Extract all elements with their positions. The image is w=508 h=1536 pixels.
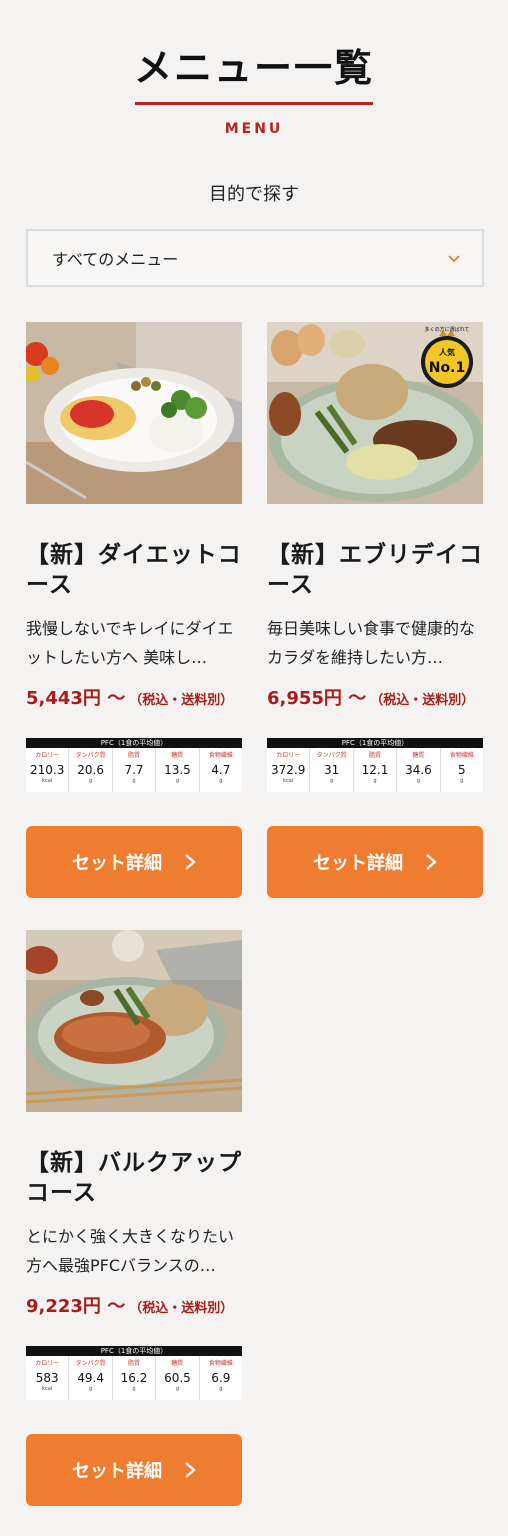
pfc-protein: タンパク質 31 g [310, 748, 354, 792]
card-title[interactable]: 【新】ダイエットコース [26, 540, 242, 600]
price-note: （税込・送料別） [370, 693, 475, 708]
card-description: 我慢しないでキレイにダイエットしたい方へ 美味し… [26, 619, 234, 667]
pfc-table: PFC（1食の平均値） カロリー 372.9 kcal タンパク質 31 g 脂質 12.… [267, 738, 483, 792]
price-note: （税込・送料別） [129, 1301, 234, 1316]
pfc-protein: タンパク質 20.6 g [69, 748, 113, 792]
card-title[interactable]: 【新】バルクアップコース [26, 1148, 242, 1208]
pfc-fat: 脂質 12.1 g [354, 748, 398, 792]
pfc-table: PFC（1食の平均値） カロリー 583 kcal タンパク質 49.4 g 脂質 16.… [26, 1346, 242, 1400]
menu-card-everyday: 人気 No.1 多くの方に選ばれて 【新】エブリデイコース 毎日美味しい食事で健… [267, 322, 483, 898]
card-title[interactable]: 【新】エブリデイコース [267, 540, 483, 600]
pfc-calorie: カロリー 372.9 kcal [267, 748, 311, 792]
pfc-fat: 脂質 7.7 g [113, 748, 157, 792]
card-description: 毎日美味しい食事で健康的なカラダを維持したい方… [267, 619, 476, 667]
menu-card-diet: 【新】ダイエットコース 我慢しないでキレイにダイエットしたい方へ 美味し… 5,… [26, 322, 242, 898]
card-price: 6,955円 〜（税込・送料別） [267, 684, 483, 716]
pfc-calorie: カロリー 210.3 kcal [26, 748, 70, 792]
set-detail-button[interactable]: セット詳細 [26, 826, 242, 898]
badge-popular: 人気 [439, 347, 455, 357]
set-detail-button[interactable]: セット詳細 [26, 1434, 242, 1506]
card-price: 5,443円 〜（税込・送料別） [26, 684, 242, 716]
pfc-carbs: 糖質 34.6 g [397, 748, 441, 792]
pfc-calorie: カロリー 583 kcal [26, 1356, 70, 1400]
chevron-down-icon [448, 255, 460, 263]
page-title: メニュー一覧 [133, 46, 374, 90]
chevron-right-icon [185, 1462, 196, 1478]
card-image-diet[interactable] [26, 322, 242, 504]
pfc-header: PFC（1食の平均値） [26, 1346, 242, 1356]
chevron-right-icon [185, 854, 196, 870]
price-note: （税込・送料別） [129, 693, 234, 708]
filter-label: 目的で探す [209, 184, 299, 205]
price-value: 9,223円 〜 [26, 1296, 126, 1317]
menu-card-bulkup: 【新】バルクアップコース とにかく強く大きくなりたい方へ最強PFCバランスの… … [26, 930, 242, 1506]
pfc-fat: 脂質 16.2 g [113, 1356, 157, 1400]
price-value: 5,443円 〜 [26, 688, 126, 709]
pfc-header: PFC（1食の平均値） [267, 738, 483, 748]
set-detail-button[interactable]: セット詳細 [267, 826, 483, 898]
pfc-fiber: 食物繊維 5 g [449, 752, 474, 784]
card-image-everyday[interactable]: 人気 No.1 多くの方に選ばれて [267, 322, 483, 504]
pfc-fiber: 食物繊維 6.9 g [208, 1360, 233, 1392]
set-detail-label: セット詳細 [72, 1461, 162, 1482]
card-image-bulkup[interactable] [26, 930, 242, 1112]
card-description: とにかく強く大きくなりたい方へ最強PFCバランスの… [26, 1227, 235, 1275]
pfc-carbs: 糖質 13.5 g [156, 748, 200, 792]
set-detail-label: セット詳細 [313, 853, 403, 874]
pfc-table: PFC（1食の平均値） カロリー 210.3 kcal タンパク質 20.6 g 脂質 7… [26, 738, 242, 792]
pfc-protein: タンパク質 49.4 g [69, 1356, 113, 1400]
page-header: メニュー一覧 MENU [0, 0, 508, 138]
title-underline [135, 102, 373, 105]
chevron-right-icon [426, 854, 437, 870]
purpose-select[interactable]: すべてのメニュー [26, 229, 484, 287]
price-value: 6,955円 〜 [267, 688, 367, 709]
pfc-carbs: 糖質 60.5 g [156, 1356, 200, 1400]
set-detail-label: セット詳細 [72, 853, 162, 874]
badge-rank: No.1 [429, 360, 465, 376]
page-subtitle: MENU [224, 121, 284, 137]
purpose-select-value: すべてのメニュー [52, 250, 179, 269]
pfc-fiber: 食物繊維 4.7 g [208, 752, 233, 784]
badge-caption: 多くの方に選ばれて [425, 326, 470, 333]
pfc-header: PFC（1食の平均値） [26, 738, 242, 748]
card-price: 9,223円 〜（税込・送料別） [26, 1292, 242, 1324]
